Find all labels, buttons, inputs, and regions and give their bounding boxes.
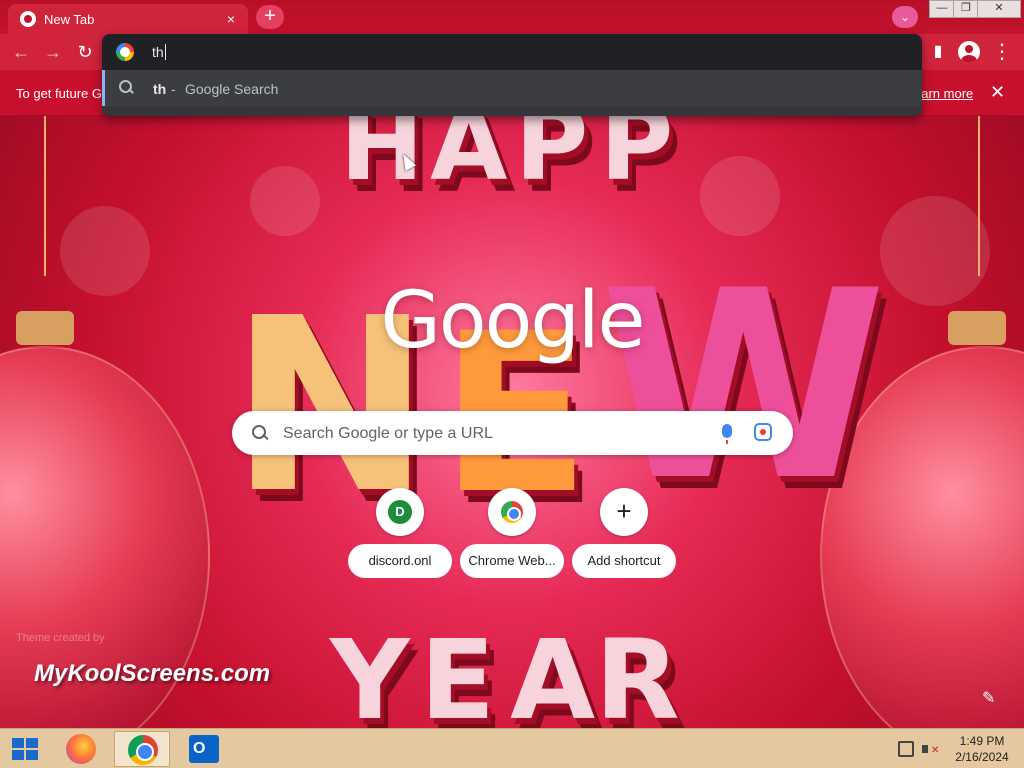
tab-search-button[interactable]: ⌄ xyxy=(892,6,918,28)
omnibox-dropdown: th th - Google Search xyxy=(102,34,922,116)
taskbar-chrome[interactable] xyxy=(114,731,170,767)
shortcut-chrome-web-store[interactable]: Chrome Web... xyxy=(460,488,564,578)
search-icon xyxy=(119,80,135,96)
bg-letter: P xyxy=(515,116,589,203)
ornament-string xyxy=(44,116,46,276)
search-placeholder: Search Google or type a URL xyxy=(283,425,493,442)
theme-credit: Theme created by xyxy=(16,632,105,644)
shortcut-add[interactable]: + Add shortcut xyxy=(572,488,676,578)
ornament-string xyxy=(978,116,980,276)
taskbar-outlook[interactable]: O xyxy=(176,731,232,767)
chrome-menu-button[interactable]: ⋮ xyxy=(990,40,1014,64)
shortcut-icon-tile: + xyxy=(600,488,648,536)
learn-more-link[interactable]: earn more xyxy=(914,86,973,101)
google-g-icon xyxy=(116,43,134,61)
bokeh-light xyxy=(250,166,320,236)
tab-new-tab[interactable]: New Tab × xyxy=(8,4,248,34)
discord-letter-icon: D xyxy=(388,500,412,524)
bg-letter: P xyxy=(600,116,674,203)
suggestion-description: Google Search xyxy=(185,81,279,97)
firefox-icon xyxy=(66,734,96,764)
chrome-icon xyxy=(128,735,158,765)
bg-letter: R xyxy=(595,616,680,728)
suggestion-separator: - xyxy=(171,81,176,97)
outlook-icon: O xyxy=(189,735,219,763)
minimize-button[interactable]: — xyxy=(929,0,955,18)
volume-muted-icon[interactable]: ✕ xyxy=(922,741,939,757)
network-icon[interactable] xyxy=(898,741,914,757)
google-logo: Google xyxy=(380,276,645,366)
bg-letter: A xyxy=(430,116,508,203)
omnibox-suggestion[interactable]: th - Google Search xyxy=(102,70,922,106)
taskbar: O ✕ 1:49 PM 2/16/2024 xyxy=(0,728,1024,768)
tab-close-icon[interactable]: × xyxy=(222,11,240,27)
taskbar-firefox[interactable] xyxy=(52,731,108,767)
shortcut-label: discord.onl xyxy=(348,544,452,578)
tab-strip: New Tab × + ⌄ — ❐ ✕ xyxy=(0,0,1024,34)
address-bar[interactable]: th xyxy=(102,34,922,70)
restore-button[interactable]: ❐ xyxy=(953,0,979,18)
suggestion-query: th xyxy=(153,81,167,97)
customize-pencil-icon[interactable]: ✎ xyxy=(982,688,1002,708)
system-clock[interactable]: 1:49 PM 2/16/2024 xyxy=(950,733,1014,765)
back-button[interactable]: ← xyxy=(10,41,32,63)
ntp-search-box[interactable]: Search Google or type a URL xyxy=(232,411,793,455)
info-bar-text: To get future G xyxy=(16,86,102,101)
bg-letter: E xyxy=(420,616,496,728)
close-window-button[interactable]: ✕ xyxy=(977,0,1021,18)
plus-icon: + xyxy=(616,496,632,526)
tab-title: New Tab xyxy=(44,11,95,27)
info-bar-close-icon[interactable]: ✕ xyxy=(990,82,1005,103)
shortcut-discord[interactable]: D discord.onl xyxy=(348,488,452,578)
profile-avatar-icon[interactable] xyxy=(958,41,980,63)
forward-button[interactable]: → xyxy=(42,41,64,63)
google-lens-icon[interactable] xyxy=(754,423,772,441)
address-input[interactable]: th xyxy=(152,44,166,60)
bg-letter: A xyxy=(510,616,596,728)
clock-date: 2/16/2024 xyxy=(955,750,1009,764)
windows-start-icon[interactable] xyxy=(12,738,38,760)
clock-time: 1:49 PM xyxy=(959,734,1005,748)
shortcut-icon-tile: D xyxy=(376,488,424,536)
new-tab-page: H A P P N E W Y E A R Google Search Goog… xyxy=(0,116,1024,728)
side-panel-button[interactable]: ▮ xyxy=(926,40,950,64)
chrome-favicon-icon xyxy=(20,11,36,27)
reload-button[interactable]: ↻ xyxy=(74,41,96,63)
watermark: MyKoolScreens.com xyxy=(34,660,271,687)
microphone-icon[interactable] xyxy=(722,424,732,444)
shortcut-icon-tile xyxy=(488,488,536,536)
new-tab-button[interactable]: + xyxy=(256,5,284,29)
search-icon xyxy=(252,425,270,443)
bokeh-light xyxy=(700,156,780,236)
chrome-web-store-icon xyxy=(501,501,523,523)
bg-letter: Y xyxy=(330,616,410,728)
shortcut-label: Chrome Web... xyxy=(460,544,564,578)
shortcut-label: Add shortcut xyxy=(572,544,676,578)
